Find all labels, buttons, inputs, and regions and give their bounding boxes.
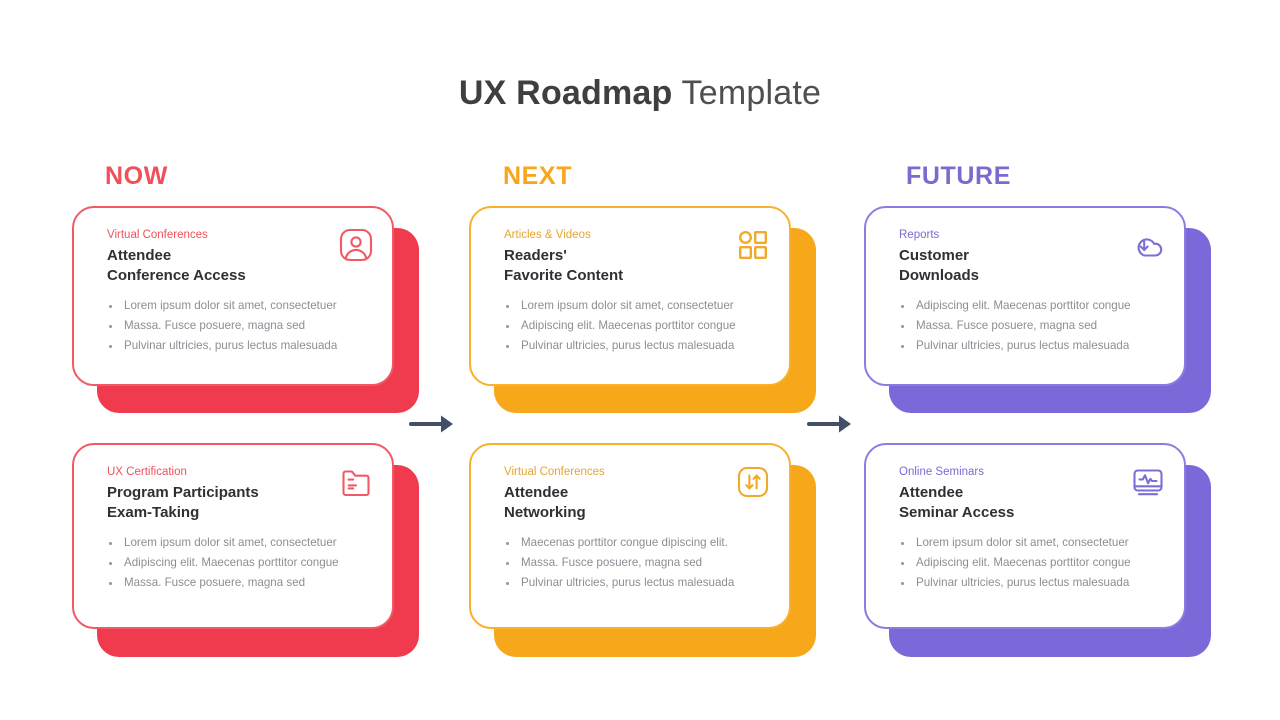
card-eyebrow: Virtual Conferences	[107, 229, 208, 241]
card-body[interactable]: UX Certification Program Participants Ex…	[72, 443, 394, 629]
card-bullet: Maecenas porttitor congue dipiscing elit…	[504, 533, 767, 553]
card-body[interactable]: Articles & Videos Readers' Favorite Cont…	[469, 206, 791, 386]
user-avatar-icon	[336, 225, 376, 265]
roadmap-card[interactable]: Articles & Videos Readers' Favorite Cont…	[469, 206, 816, 413]
card-bullet-list: Lorem ipsum dolor sit amet, consectetuer…	[107, 533, 370, 593]
grid-dashboard-icon	[733, 225, 773, 265]
card-bullet-list: Lorem ipsum dolor sit amet, consectetuer…	[107, 296, 370, 356]
card-title: Attendee Conference Access	[107, 247, 246, 284]
card-bullet: Pulvinar ultricies, purus lectus malesua…	[899, 573, 1162, 593]
card-bullet: Lorem ipsum dolor sit amet, consectetuer	[504, 296, 767, 316]
card-bullet: Adipiscing elit. Maecenas porttitor cong…	[504, 316, 767, 336]
card-body[interactable]: Virtual Conferences Attendee Networking …	[469, 443, 791, 629]
card-bullet: Pulvinar ultricies, purus lectus malesua…	[504, 336, 767, 356]
card-body[interactable]: Reports Customer Downloads Adipiscing el…	[864, 206, 1186, 386]
roadmap-card[interactable]: Virtual Conferences Attendee Networking …	[469, 443, 816, 657]
card-eyebrow: UX Certification	[107, 466, 187, 478]
card-title: Attendee Seminar Access	[899, 484, 1015, 521]
roadmap-card[interactable]: Virtual Conferences Attendee Conference …	[72, 206, 419, 413]
card-bullet-list: Adipiscing elit. Maecenas porttitor cong…	[899, 296, 1162, 356]
card-eyebrow: Online Seminars	[899, 466, 985, 478]
arrow-next-to-future	[806, 409, 858, 439]
card-bullet-list: Lorem ipsum dolor sit amet, consectetuer…	[504, 296, 767, 356]
card-bullet: Massa. Fusce posuere, magna sed	[107, 573, 370, 593]
card-bullet: Pulvinar ultricies, purus lectus malesua…	[899, 336, 1162, 356]
column-header-next: NEXT	[503, 162, 573, 190]
card-eyebrow: Virtual Conferences	[504, 466, 605, 478]
card-title: Attendee Networking	[504, 484, 586, 521]
cloud-download-icon	[1128, 225, 1168, 265]
card-body[interactable]: Virtual Conferences Attendee Conference …	[72, 206, 394, 386]
card-bullet: Lorem ipsum dolor sit amet, consectetuer	[107, 296, 370, 316]
card-bullet: Pulvinar ultricies, purus lectus malesua…	[504, 573, 767, 593]
card-title: Readers' Favorite Content	[504, 247, 624, 284]
card-bullet: Massa. Fusce posuere, magna sed	[107, 316, 370, 336]
card-bullet-list: Maecenas porttitor congue dipiscing elit…	[504, 533, 767, 593]
roadmap-card[interactable]: Reports Customer Downloads Adipiscing el…	[864, 206, 1211, 413]
roadmap-card[interactable]: Online Seminars Attendee Seminar Access …	[864, 443, 1211, 657]
card-eyebrow: Articles & Videos	[504, 229, 591, 241]
card-bullet: Adipiscing elit. Maecenas porttitor cong…	[107, 553, 370, 573]
transfer-arrows-icon	[733, 462, 773, 502]
card-bullet: Massa. Fusce posuere, magna sed	[899, 316, 1162, 336]
card-bullet: Massa. Fusce posuere, magna sed	[504, 553, 767, 573]
card-bullet: Adipiscing elit. Maecenas porttitor cong…	[899, 553, 1162, 573]
card-bullet: Pulvinar ultricies, purus lectus malesua…	[107, 336, 370, 356]
card-bullet: Adipiscing elit. Maecenas porttitor cong…	[899, 296, 1162, 316]
roadmap-card[interactable]: UX Certification Program Participants Ex…	[72, 443, 419, 657]
card-eyebrow: Reports	[899, 229, 940, 241]
page-title-bold: UX Roadmap	[458, 74, 673, 112]
arrow-now-to-next	[408, 409, 460, 439]
card-bullet: Lorem ipsum dolor sit amet, consectetuer	[899, 533, 1162, 553]
card-title: Customer Downloads	[899, 247, 980, 284]
card-title: Program Participants Exam-Taking	[107, 484, 259, 521]
card-body[interactable]: Online Seminars Attendee Seminar Access …	[864, 443, 1186, 629]
column-header-now: NOW	[105, 162, 168, 190]
card-bullet: Lorem ipsum dolor sit amet, consectetuer	[107, 533, 370, 553]
page-title-light: Template	[672, 74, 822, 112]
folder-icon	[336, 462, 376, 502]
column-header-future: FUTURE	[906, 162, 1011, 190]
monitor-pulse-icon	[1128, 462, 1168, 502]
card-bullet-list: Lorem ipsum dolor sit amet, consectetuer…	[899, 533, 1162, 593]
page-title: UX Roadmap Template	[0, 72, 1280, 114]
